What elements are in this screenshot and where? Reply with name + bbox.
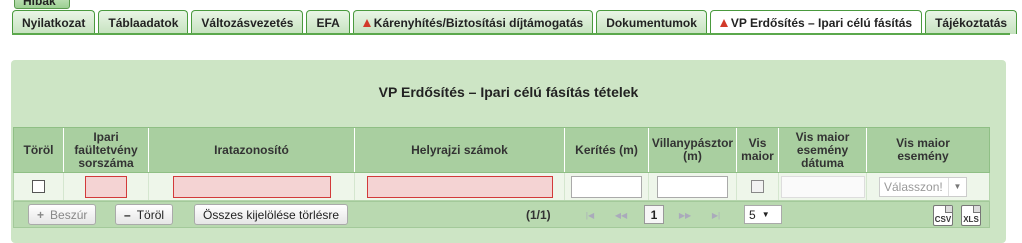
force-majeure-checkbox[interactable] — [751, 180, 764, 193]
rows-per-page-value: 5 — [749, 207, 756, 222]
items-table: Töröl Ipari faültetvény sorszáma Iratazo… — [13, 127, 990, 201]
tab-label: VP Erdősítés – Ipari célú fásítás — [730, 15, 913, 30]
table-header: Töröl Ipari faültetvény sorszáma Iratazo… — [13, 127, 990, 173]
tab-tabladatok[interactable]: Táblaadatok — [98, 10, 189, 34]
tab-bar: Nyilatkozat Táblaadatok Változásvezetés … — [12, 10, 1018, 34]
tab-tajekoztatas[interactable]: Tájékoztatás — [925, 10, 1018, 34]
document-id-input[interactable] — [172, 175, 331, 198]
plantation-number-input[interactable] — [85, 175, 127, 198]
cell-plantation-number — [64, 173, 149, 200]
tab-label: EFA — [316, 15, 340, 30]
fence-input[interactable] — [571, 175, 642, 198]
cell-force-majeure-event: Válasszon! ▼ — [867, 173, 979, 200]
force-majeure-date-input[interactable] — [780, 175, 865, 198]
tab-vp-erdosites[interactable]: VP Erdősítés – Ipari célú fásítás — [709, 10, 923, 34]
table-toolbar: + Beszúr – Töröl Összes kijelölése törlésr… — [13, 201, 990, 228]
current-page[interactable]: 1 — [644, 205, 664, 224]
warning-icon — [362, 18, 371, 27]
col-header-delete[interactable]: Töröl — [14, 128, 64, 172]
tab-label: Változásvezetés — [201, 15, 294, 30]
tab-nyilatkozat[interactable]: Nyilatkozat — [12, 10, 96, 34]
panel-title: VP Erdősítés – Ipari célú fásítás tétele… — [378, 84, 639, 100]
cell-force-majeure-date — [779, 173, 867, 200]
tab-efa[interactable]: EFA — [306, 10, 350, 34]
col-header-force-majeure-date[interactable]: Vis maior esemény dátuma — [779, 128, 867, 172]
col-header-force-majeure-event[interactable]: Vis maior esemény — [867, 128, 979, 172]
clear-selection-label: Összes kijelölése törlésre — [203, 207, 340, 222]
tab-label: Nyilatkozat — [22, 15, 86, 30]
csv-label: CSV — [934, 215, 952, 224]
plus-icon: + — [37, 207, 45, 222]
tab-label: Táblaadatok — [108, 15, 179, 30]
tab-dokumentumok[interactable]: Dokumentumok — [596, 10, 707, 34]
delete-checkbox[interactable] — [32, 180, 45, 193]
last-page-icon[interactable]: ▶| — [703, 206, 729, 224]
first-page-icon[interactable]: |◀ — [577, 206, 603, 224]
cell-electric-fence — [649, 173, 737, 200]
prev-page-icon[interactable]: ◀◀ — [608, 206, 634, 224]
tab-label: Tájékoztatás — [935, 15, 1008, 30]
add-row-label: Beszúr — [50, 207, 88, 222]
tab-karenyhites[interactable]: Kárenyhítés/Biztosítási díjtámogatás — [352, 10, 594, 34]
xls-export-icon[interactable]: XLS — [961, 205, 981, 226]
page-info: (1/1) — [526, 208, 551, 222]
delete-row-label: Töröl — [136, 207, 165, 222]
table-row: Válasszon! ▼ — [13, 173, 990, 201]
rows-per-page-select[interactable]: 5 ▼ — [744, 205, 782, 224]
cell-fence — [565, 173, 649, 200]
col-header-document-id[interactable]: Iratazonosító — [149, 128, 355, 172]
chevron-down-icon: ▼ — [761, 210, 770, 219]
xls-label: XLS — [963, 215, 979, 224]
col-header-parcel-numbers[interactable]: Helyrajzi számok — [355, 128, 565, 172]
cell-document-id — [149, 173, 355, 200]
cell-force-majeure — [737, 173, 779, 200]
minus-icon: – — [124, 207, 131, 222]
col-header-electric-fence[interactable]: Villanypásztor (m) — [649, 128, 737, 172]
tab-underline — [12, 33, 1010, 35]
add-row-button[interactable]: + Beszúr — [28, 204, 97, 225]
electric-fence-input[interactable] — [657, 175, 728, 198]
clear-selection-button[interactable]: Összes kijelölése törlésre — [194, 204, 349, 225]
delete-row-button[interactable]: – Töröl — [115, 204, 174, 225]
tab-label: Dokumentumok — [606, 15, 697, 30]
next-page-icon[interactable]: ▶▶ — [672, 206, 698, 224]
csv-export-icon[interactable]: CSV — [933, 205, 953, 226]
tab-label: Kárenyhítés/Biztosítási díjtámogatás — [373, 15, 584, 30]
col-header-plantation-number[interactable]: Ipari faültetvény sorszáma — [64, 128, 149, 172]
cell-delete — [14, 173, 64, 200]
warning-icon — [719, 18, 728, 27]
select-value: Válasszon! — [884, 179, 943, 194]
errors-button[interactable]: Hibák — [14, 0, 70, 9]
tab-valtozasvezetes[interactable]: Változásvezetés — [191, 10, 304, 34]
parcel-numbers-input[interactable] — [366, 175, 553, 198]
cell-parcel-numbers — [355, 173, 565, 200]
col-header-fence[interactable]: Kerítés (m) — [565, 128, 649, 172]
chevron-down-icon: ▼ — [948, 177, 966, 196]
force-majeure-event-select[interactable]: Válasszon! ▼ — [879, 176, 967, 197]
col-header-force-majeure[interactable]: Vis maior — [737, 128, 779, 172]
